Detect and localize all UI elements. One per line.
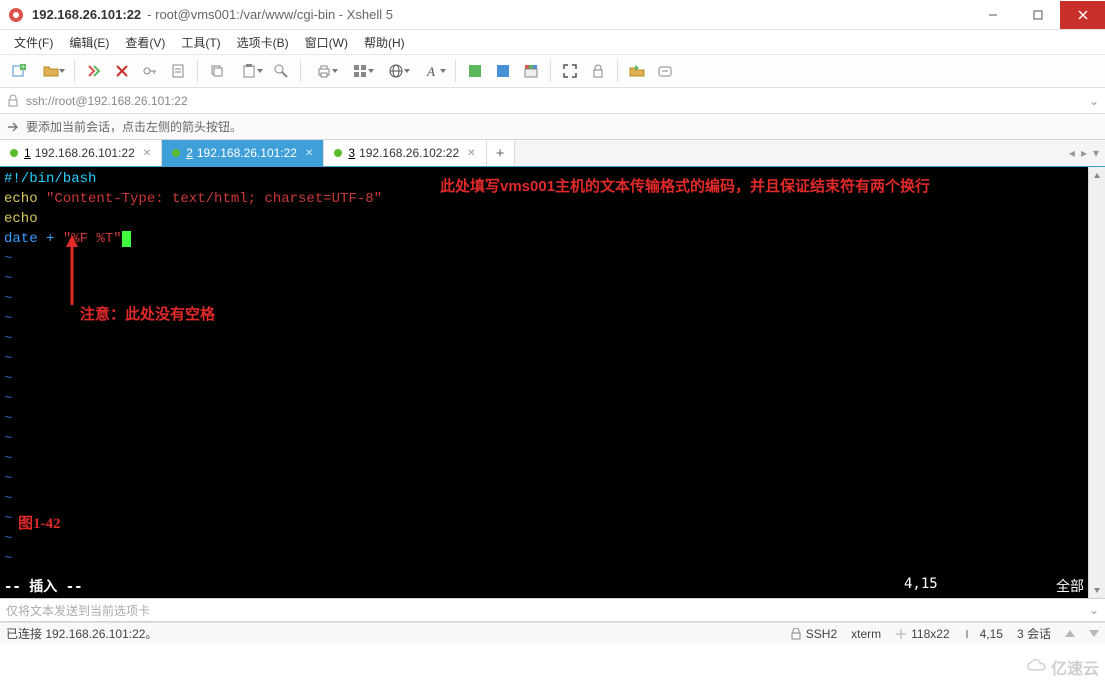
titlebar: 192.168.26.101:22 - root@vms001:/var/www… <box>0 0 1105 30</box>
session-tab-3[interactable]: 3 192.168.26.102:22 ✕ <box>324 140 486 166</box>
status-proto: SSH2 <box>790 627 837 641</box>
svg-text:A: A <box>426 64 435 79</box>
menubar: 文件(F) 编辑(E) 查看(V) 工具(T) 选项卡(B) 窗口(W) 帮助(… <box>0 30 1105 54</box>
size-icon <box>895 628 907 640</box>
address-bar[interactable]: ssh://root@192.168.26.101:22 ⌄ <box>0 88 1105 114</box>
address-lock-icon <box>6 94 20 108</box>
terminal-wrap: #!/bin/bash echo "Content-Type: text/htm… <box>0 167 1105 598</box>
fullscreen-icon[interactable] <box>557 58 583 84</box>
vim-scroll-pct: 全部 <box>1024 576 1084 596</box>
new-session-icon[interactable]: + <box>6 58 32 84</box>
address-dropdown-icon[interactable]: ⌄ <box>1089 94 1099 108</box>
title-main: 192.168.26.101:22 <box>32 7 141 22</box>
annotation-top: 此处填写vms001主机的文本传输格式的编码，并且保证结束符有两个换行 <box>440 177 930 197</box>
vim-mode: -- 插入 -- <box>4 576 83 596</box>
paste-icon[interactable] <box>232 58 266 84</box>
svg-text:+: + <box>21 64 25 71</box>
status-connection: 已连接 192.168.26.101:22。 <box>6 625 776 642</box>
layout-icon[interactable] <box>343 58 377 84</box>
lock-icon[interactable] <box>585 58 611 84</box>
maximize-button[interactable] <box>1015 1 1060 29</box>
find-icon[interactable] <box>268 58 294 84</box>
status-pos: 4,15 <box>964 627 1003 641</box>
tab-list-icon[interactable]: ▾ <box>1093 146 1099 160</box>
caret-icon <box>964 628 976 640</box>
compose-dropdown-icon[interactable]: ⌄ <box>1089 603 1099 617</box>
compose-placeholder: 仅将文本发送到当前选项卡 <box>6 602 1089 619</box>
color-blue-icon[interactable] <box>490 58 516 84</box>
menu-help[interactable]: 帮助(H) <box>358 32 411 53</box>
annotation-arrow-icon <box>64 235 80 305</box>
vim-statusline: -- 插入 -- 4,15 全部 <box>0 576 1088 598</box>
print-icon[interactable] <box>307 58 341 84</box>
tab-prev-icon[interactable]: ◂ <box>1069 146 1075 160</box>
close-button[interactable] <box>1060 1 1105 29</box>
disconnect-icon[interactable] <box>109 58 135 84</box>
terminal-scrollbar[interactable] <box>1088 167 1105 598</box>
status-sessions: 3 会话 <box>1017 625 1051 642</box>
encoding-icon[interactable] <box>379 58 413 84</box>
status-size: 118x22 <box>895 627 949 641</box>
menu-window[interactable]: 窗口(W) <box>299 32 354 53</box>
tab-next-icon[interactable]: ▸ <box>1081 146 1087 160</box>
menu-edit[interactable]: 编辑(E) <box>63 32 115 53</box>
status-termtype: xterm <box>851 627 881 641</box>
tab-close-icon[interactable]: ✕ <box>305 148 313 159</box>
compose-icon[interactable] <box>652 58 678 84</box>
menu-file[interactable]: 文件(F) <box>8 32 59 53</box>
statusbar: 已连接 192.168.26.101:22。 SSH2 xterm 118x22… <box>0 622 1105 644</box>
minimize-button[interactable] <box>970 1 1015 29</box>
menu-tabs[interactable]: 选项卡(B) <box>231 32 295 53</box>
font-icon[interactable]: A <box>415 58 449 84</box>
sessions-down-icon[interactable] <box>1089 630 1099 637</box>
tab-close-icon[interactable]: ✕ <box>467 148 475 159</box>
key-icon[interactable] <box>137 58 163 84</box>
xftp-icon[interactable] <box>624 58 650 84</box>
color-custom-icon[interactable] <box>518 58 544 84</box>
menu-tools[interactable]: 工具(T) <box>175 32 226 53</box>
session-tab-2[interactable]: 2 192.168.26.101:22 ✕ <box>162 140 324 166</box>
hint-bar: 要添加当前会话，点击左侧的箭头按钮。 <box>0 114 1105 140</box>
status-dot-icon <box>10 149 18 157</box>
open-session-icon[interactable] <box>34 58 68 84</box>
scroll-down-icon[interactable] <box>1089 581 1105 598</box>
cursor-icon <box>122 231 131 247</box>
tab-row: 1 192.168.26.101:22 ✕ 2 192.168.26.101:2… <box>0 140 1105 167</box>
status-dot-icon <box>334 149 342 157</box>
app-icon <box>8 7 24 23</box>
copy-icon[interactable] <box>204 58 230 84</box>
reconnect-icon[interactable] <box>81 58 107 84</box>
title-sub: - root@vms001:/var/www/cgi-bin - Xshell … <box>147 7 393 22</box>
tab-add-button[interactable]: + <box>487 140 515 166</box>
hint-text: 要添加当前会话，点击左侧的箭头按钮。 <box>26 118 242 135</box>
tab-close-icon[interactable]: ✕ <box>143 148 151 159</box>
figure-label: 图1-42 <box>18 514 61 534</box>
vim-cursor-pos: 4,15 <box>904 576 1024 596</box>
arrow-add-icon[interactable] <box>6 120 20 134</box>
compose-input[interactable]: 仅将文本发送到当前选项卡 ⌄ <box>0 598 1105 622</box>
term-line-1: #!/bin/bash <box>4 171 96 187</box>
watermark: 亿速云 <box>1025 655 1099 679</box>
session-tab-1[interactable]: 1 192.168.26.101:22 ✕ <box>0 140 162 166</box>
tab-nav: ◂ ▸ ▾ <box>1063 140 1105 166</box>
annotation-side: 注意：此处没有空格 <box>80 305 215 325</box>
color-green-icon[interactable] <box>462 58 488 84</box>
status-dot-icon <box>172 149 180 157</box>
toolbar: + A <box>0 54 1105 88</box>
properties-icon[interactable] <box>165 58 191 84</box>
lock-icon <box>790 628 802 640</box>
address-text: ssh://root@192.168.26.101:22 <box>26 94 1089 108</box>
terminal[interactable]: #!/bin/bash echo "Content-Type: text/htm… <box>0 167 1088 576</box>
menu-view[interactable]: 查看(V) <box>119 32 171 53</box>
sessions-up-icon[interactable] <box>1065 630 1075 637</box>
scroll-up-icon[interactable] <box>1089 167 1105 184</box>
